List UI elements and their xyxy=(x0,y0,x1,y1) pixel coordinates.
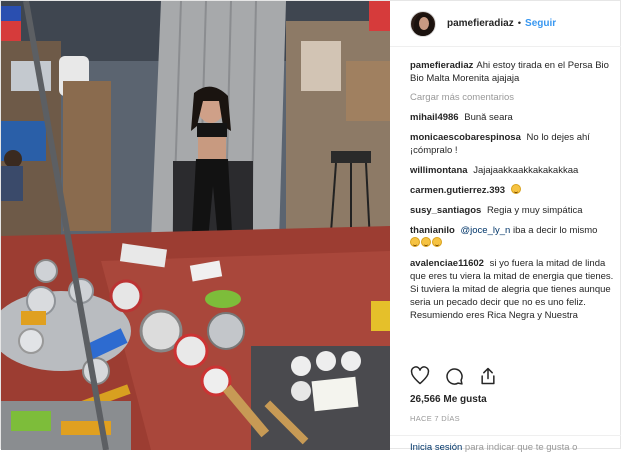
caption-username[interactable]: pamefieradiaz xyxy=(410,60,473,71)
post-sidebar: pamefieradiaz • Seguir pamefieradiaz Ahi … xyxy=(390,1,621,453)
comment-username[interactable]: thanianilo xyxy=(410,225,455,236)
comment-icon[interactable] xyxy=(444,366,464,386)
comment-username[interactable]: willimontana xyxy=(410,165,468,176)
post-date: HACE 7 DÍAS xyxy=(410,414,460,423)
instagram-post: pamefieradiaz • Seguir pamefieradiaz Ahi … xyxy=(0,0,621,453)
comment-text: iba a decir lo mismo xyxy=(512,225,598,236)
comment-item: carmen.gutierrez.393 xyxy=(410,184,618,197)
grinning-face-icon xyxy=(421,237,431,247)
login-prompt: Inicia sesión para indicar que te gusta … xyxy=(390,435,621,453)
heart-icon[interactable] xyxy=(410,366,430,386)
market-scene-image xyxy=(1,1,390,450)
login-prompt-text: para indicar que te gusta o xyxy=(464,442,578,453)
post-photo[interactable] xyxy=(1,1,390,450)
comments-list: pamefieradiaz Ahi estoy tirada en el Pers… xyxy=(410,59,618,359)
share-icon[interactable] xyxy=(478,366,498,386)
follow-button[interactable]: Seguir xyxy=(525,18,556,29)
comment-item: monicaescobarespinosa No lo dejes ahí ¡c… xyxy=(410,131,618,157)
comment-item: thanianilo @joce_ly_n iba a decir lo mis… xyxy=(410,224,618,250)
grinning-face-icon xyxy=(432,237,442,247)
grinning-face-icon xyxy=(510,184,521,194)
action-bar xyxy=(410,365,498,387)
grinning-face-icon xyxy=(410,237,420,247)
comment-username[interactable]: carmen.gutierrez.393 xyxy=(410,185,505,196)
post-header: pamefieradiaz • Seguir xyxy=(390,1,621,47)
comment-username[interactable]: mihail4986 xyxy=(410,112,459,123)
login-link[interactable]: Inicia sesión xyxy=(410,442,462,453)
comment-item: avalenciae11602 si yo fuera la mitad de … xyxy=(410,257,618,322)
likes-count[interactable]: 26,566 Me gusta xyxy=(410,394,487,405)
comment-username[interactable]: susy_santiagos xyxy=(410,205,481,216)
comment-text: Bună seara xyxy=(464,112,513,123)
comment-item: susy_santiagos Regia y muy simpática xyxy=(410,204,618,217)
avatar[interactable] xyxy=(410,10,436,37)
comment-mention[interactable]: @joce_ly_n xyxy=(461,225,511,236)
comment-text: Jajajaakkaakkakakakkaa xyxy=(473,165,579,176)
comment-item: willimontana Jajajaakkaakkakakakkaa xyxy=(410,164,618,177)
comment-username[interactable]: monicaescobarespinosa xyxy=(410,132,521,143)
comment-text: Regia y muy simpática xyxy=(486,205,583,216)
comment-username[interactable]: avalenciae11602 xyxy=(410,258,484,269)
header-username[interactable]: pamefieradiaz xyxy=(447,18,514,29)
load-more-comments[interactable]: Cargar más comentarios xyxy=(410,92,618,103)
header-separator: • xyxy=(517,18,522,29)
caption: pamefieradiaz Ahi estoy tirada en el Pers… xyxy=(410,59,618,85)
comment-item: mihail4986 Bună seara xyxy=(410,111,618,124)
